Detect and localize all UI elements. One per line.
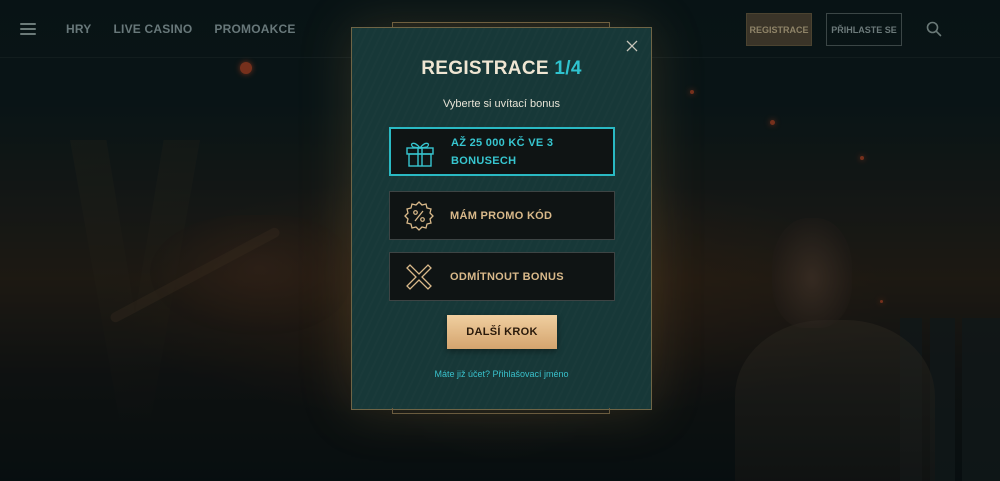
nav-item-hry[interactable]: HRY [66,22,92,36]
bonus-option-label: MÁM PROMO KÓD [450,209,553,222]
close-icon[interactable] [625,39,639,53]
bonus-option-decline[interactable]: ODMÍTNOUT BONUS [389,252,615,301]
modal-frame-decoration [392,408,610,414]
nav-item-promoakce[interactable]: PROMOAKCE [214,22,295,36]
hamburger-menu-icon[interactable] [20,23,36,35]
register-button[interactable]: REGISTRACE [746,13,812,46]
nav-item-live-casino[interactable]: LIVE CASINO [114,22,193,36]
bonus-option-promo-code[interactable]: MÁM PROMO KÓD [389,191,615,240]
modal-step-indicator: 1/4 [554,58,582,79]
modal-title-text: REGISTRACE [421,58,549,79]
percent-badge-icon [404,201,434,231]
bonus-option-label: ODMÍTNOUT BONUS [450,270,564,283]
gift-icon [406,142,434,167]
cross-icon [406,264,432,290]
registration-modal: REGISTRACE 1/4 Vyberte si uvítací bonus … [351,27,652,410]
search-icon[interactable] [926,21,942,37]
login-link[interactable]: Máte již účet? Přihlašovací jméno [352,369,651,379]
modal-title: REGISTRACE 1/4 [352,58,651,80]
next-step-button[interactable]: DALŠÍ KROK [447,315,557,349]
modal-subtitle: Vyberte si uvítací bonus [443,98,560,110]
main-nav: HRY LIVE CASINO PROMOAKCE [66,22,296,36]
bonus-option-label: AŽ 25 000 KČ VE 3 BONUSECH [451,136,554,167]
bonus-option-welcome[interactable]: AŽ 25 000 KČ VE 3 BONUSECH [389,127,615,176]
login-button[interactable]: PŘIHLASTE SE [826,13,902,46]
